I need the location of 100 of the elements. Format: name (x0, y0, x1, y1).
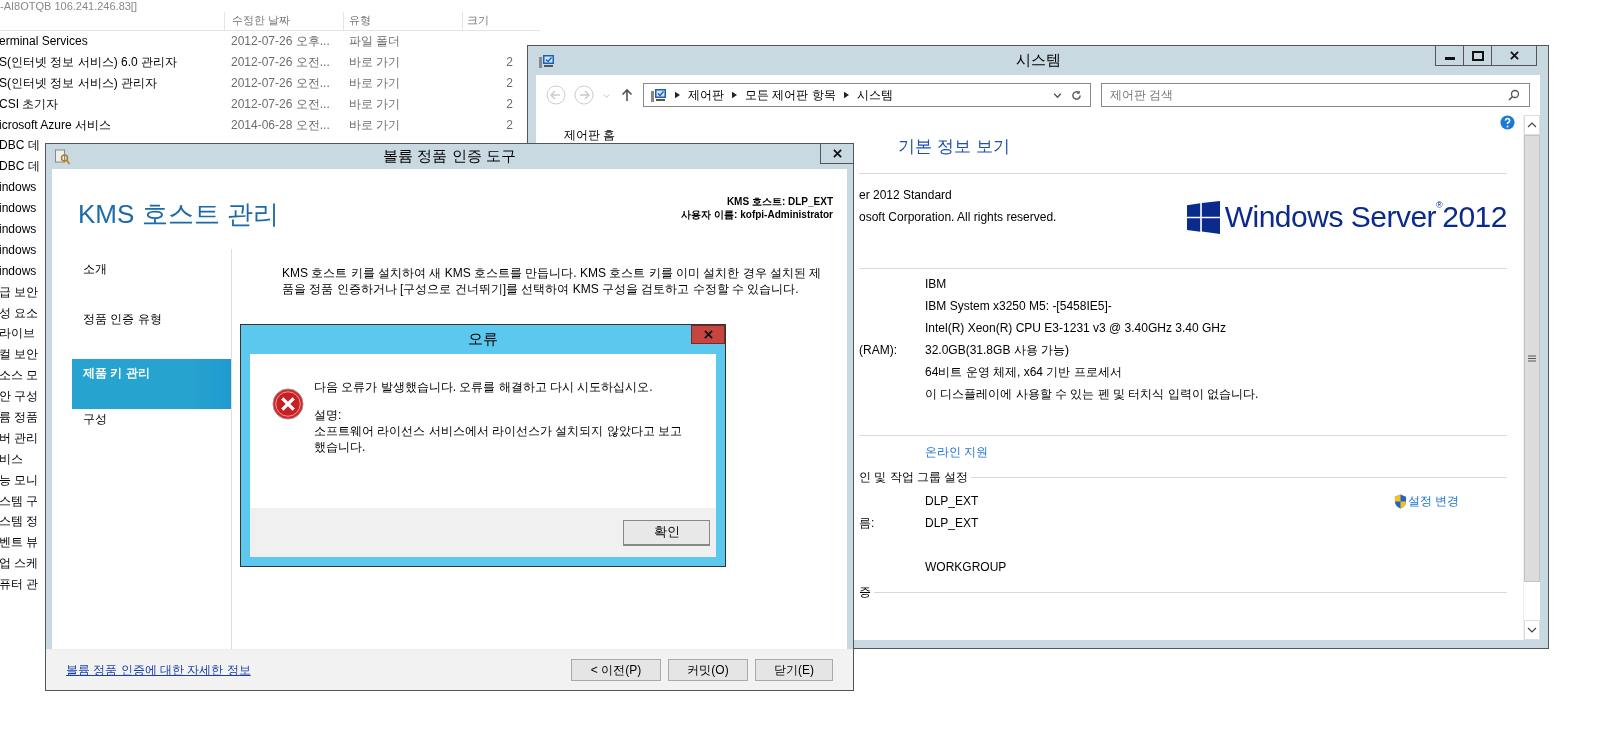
file-name[interactable]: indows (0, 219, 37, 240)
file-name[interactable]: indows (0, 260, 37, 282)
file-name[interactable]: 버 관리 (0, 427, 39, 449)
maximize-button[interactable] (1463, 46, 1491, 66)
logo-wordmark: Windows Server$^{®}$2012 (1224, 200, 1507, 234)
file-type: 바로 가기 (349, 53, 402, 71)
file-date: 2012-07-26 오후... (231, 33, 331, 50)
field-value: IBM System x3250 M5: -[5458IE5]- (925, 299, 1112, 313)
field-value: IBM (925, 277, 947, 291)
wizard-button[interactable]: 닫기(E) (755, 659, 833, 681)
file-date: 2012-07-26 오전... (231, 53, 331, 71)
field-value: WORKGROUP (925, 560, 1007, 574)
wizard-button[interactable]: < 이전(P) (571, 659, 661, 681)
scroll-down-button[interactable] (1524, 620, 1540, 640)
window-title: -AI8OTQB 106.241.246.83[] (0, 0, 138, 12)
scroll-thumb[interactable] (1524, 135, 1540, 582)
computer-icon (650, 87, 667, 103)
chevron-icon (843, 91, 849, 99)
file-name[interactable]: 성 요소 (0, 302, 39, 324)
file-name[interactable]: 륨 정품 (0, 407, 39, 428)
file-name[interactable]: 벤트 뷰 (0, 532, 39, 554)
file-name[interactable]: DBC 데 (0, 135, 40, 157)
field-label: 름: (859, 514, 876, 532)
file-name[interactable]: CSI 초기자 (0, 93, 59, 115)
computer-icon (538, 52, 555, 69)
file-name[interactable]: indows (0, 239, 37, 261)
field-label: (RAM): (859, 343, 898, 357)
field-value: DLP_EXT (925, 516, 979, 530)
host-info: 사용자 이름: kofpi-Administrator (681, 208, 833, 221)
chevron-icon (675, 91, 680, 99)
breadcrumb[interactable]: 제어판 (688, 86, 724, 104)
window-title: 시스템 (1015, 51, 1061, 70)
file-size: 2 (505, 74, 513, 92)
nav-item[interactable]: 구성 (72, 409, 231, 459)
field-value: Intel(R) Xeon(R) CPU E3-1231 v3 @ 3.40GHz 3.40 GHz (925, 321, 1226, 335)
address-bar[interactable]: 제어판 모든 제어판 항목 시스템 (643, 83, 1091, 107)
file-date: 2014-06-28 오전... (231, 116, 331, 134)
column-header[interactable]: 수정한 날짜 (224, 12, 343, 30)
file-name[interactable]: 안 구성 (0, 386, 39, 408)
column-header[interactable]: 크기 (462, 12, 497, 30)
file-name[interactable]: 컬 보안 (0, 344, 39, 366)
close-icon (1509, 51, 1519, 60)
file-name[interactable]: S(인터넷 정보 서비스) 6.0 관리자 (0, 51, 177, 73)
field-value: 32.0GB(31.8GB 사용 가능) (925, 341, 1070, 359)
nav-item[interactable]: 정품 인증 유형 (72, 309, 231, 359)
file-date: 2012-07-26 오전... (231, 95, 331, 113)
file-name[interactable]: 비스 (0, 448, 23, 470)
file-type: 바로 가기 (349, 74, 402, 92)
nav-item[interactable]: 소개 (72, 259, 231, 309)
close-button[interactable] (820, 144, 853, 164)
file-type: 바로 가기 (349, 95, 402, 113)
page-heading: KMS 호스트 관리 (78, 198, 279, 231)
file-name[interactable]: 스템 정 (0, 511, 39, 533)
file-name[interactable]: 업 스케 (0, 553, 39, 575)
file-size: 2 (505, 53, 513, 71)
error-message: 다음 오류가 발생했습니다. 오류를 해결하고 다시 시도하십시오. (314, 379, 654, 395)
edition-text: er 2012 Standard (859, 187, 953, 204)
info-link[interactable]: 볼륨 정품 인증에 대한 자세한 정보 (66, 661, 251, 679)
support-link[interactable]: 온라인 지원 (925, 443, 989, 461)
ok-button[interactable]: 확인 (623, 519, 710, 546)
minimize-button[interactable] (1435, 46, 1463, 66)
chevron-down-icon (1527, 627, 1537, 633)
file-name[interactable]: 급 보안 (0, 281, 39, 303)
wizard-button[interactable]: 커밋(O) (668, 659, 748, 681)
file-name[interactable]: S(인터넷 정보 서비스) 관리자 (0, 72, 157, 94)
search-field[interactable]: 제어판 검색 (1101, 83, 1530, 107)
close-button[interactable] (1491, 46, 1537, 66)
file-name[interactable]: 라이브 (0, 323, 35, 345)
section-title: 증 (859, 583, 871, 601)
settings-link[interactable]: 설정 변경 (1407, 492, 1459, 510)
detail-label: 설명: (314, 407, 343, 423)
up-arrow-icon[interactable] (621, 88, 633, 102)
file-name[interactable]: DBC 데 (0, 156, 40, 178)
file-name[interactable]: 스템 구 (0, 490, 39, 512)
windows-logo-icon (1185, 201, 1221, 234)
host-info: KMS 호스트: DLP_EXT (725, 195, 833, 208)
file-name[interactable]: 능 모니 (0, 469, 39, 491)
column-header[interactable]: 유형 (343, 12, 462, 30)
refresh-icon[interactable] (1071, 89, 1082, 101)
field-value: 이 디스플레이에 사용할 수 있는 펜 및 터치식 입력이 없습니다. (925, 385, 1259, 403)
file-date: 2012-07-26 오전... (231, 74, 331, 92)
section-title: 인 및 작업 그룹 설정 (859, 468, 969, 486)
file-name[interactable]: 소스 모 (0, 365, 39, 387)
file-name[interactable]: icrosoft Azure 서비스 (0, 114, 112, 136)
close-icon (703, 330, 713, 339)
description-text: KMS 호스트 키를 설치하여 새 KMS 호스트를 만듭니다. KMS 호스트 키를 이미 설치한 경우 설치된 제품을 정품 인증하거나 [구성으로 건너뛰기]를 선택하여 KMS 구성을 검토하고 수정할 수 있습니다. (282, 265, 823, 297)
error-detail: 소프트웨어 라이선스 서비스에서 라이선스가 설치되지 않았다고 보고 했습니다. (314, 423, 683, 455)
dialog-title: 오류 (468, 330, 498, 349)
field-value: 64비트 운영 체제, x64 기반 프로세서 (925, 363, 1122, 381)
help-icon[interactable] (1500, 115, 1515, 130)
file-type: 파일 폴더 (349, 33, 402, 50)
sidebar-link[interactable]: 제어판 홈 (564, 127, 616, 144)
breadcrumb[interactable]: 시스템 (856, 86, 893, 104)
scrollbar[interactable] (1523, 115, 1540, 640)
error-icon (272, 388, 304, 420)
file-name[interactable]: indows (0, 177, 37, 199)
breadcrumb[interactable]: 모든 제어판 항목 (745, 86, 836, 104)
file-name[interactable]: 퓨터 관 (0, 574, 39, 596)
file-name[interactable]: indows (0, 198, 37, 220)
file-name[interactable]: erminal Services (0, 31, 88, 52)
